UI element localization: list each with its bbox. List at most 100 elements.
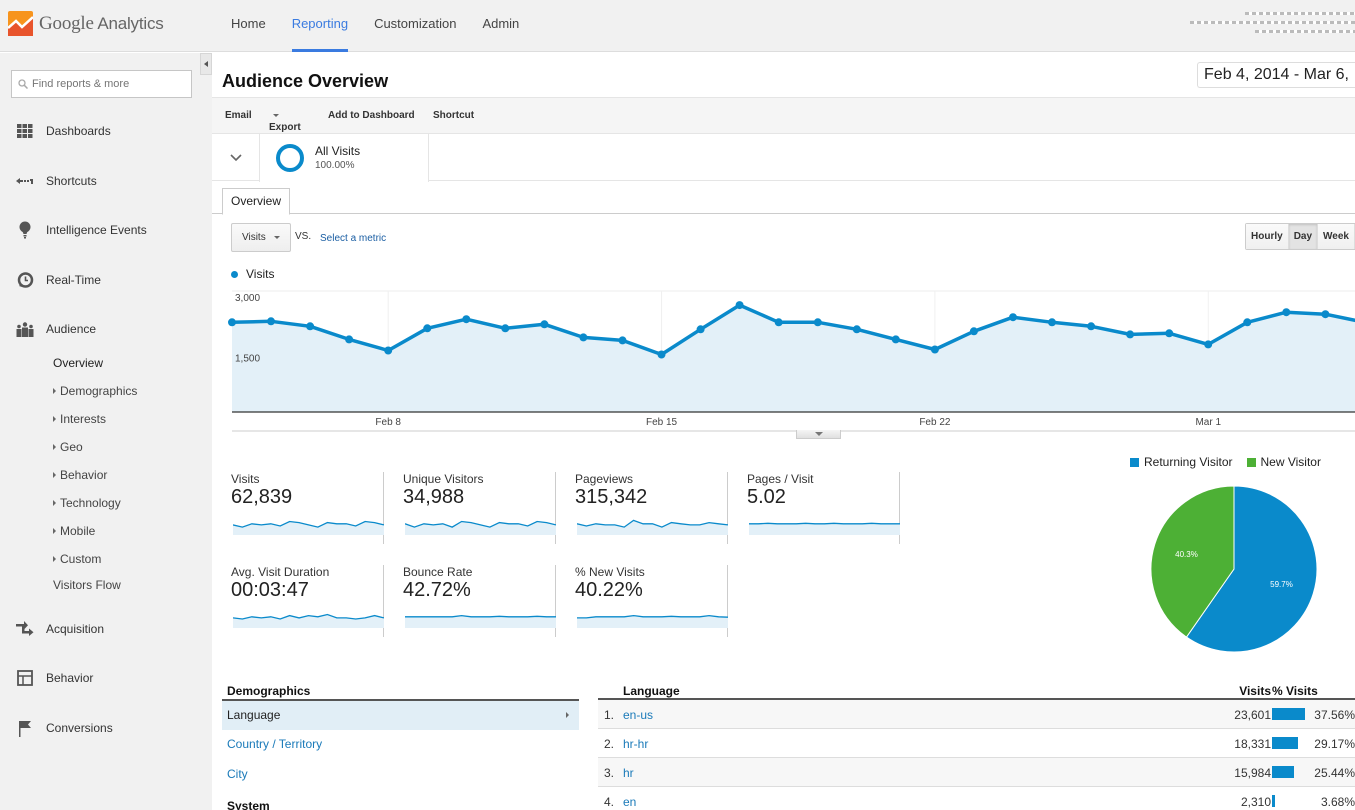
scorecard-avg-visit-duration[interactable]: Avg. Visit Duration 00:03:47 [224,565,384,637]
collapse-sidebar-button[interactable] [200,53,212,75]
granularity-hourly-button[interactable]: Hourly [1246,224,1289,249]
add-to-dashboard-button[interactable]: Add to Dashboard [328,110,415,121]
sidebar-item-conversions[interactable]: Conversions [0,713,212,743]
column-header-language[interactable]: Language [623,684,680,698]
scorecard-new-visits[interactable]: % New Visits 40.22% [568,565,728,637]
column-header-pct-visits[interactable]: % Visits [1272,684,1318,698]
email-button[interactable]: Email [225,110,252,121]
scorecard-pages-visit[interactable]: Pages / Visit 5.02 [740,472,900,544]
report-tabs: Overview [212,181,1355,215]
data-point [813,318,822,327]
segment-all-visits[interactable]: All Visits 100.00% [259,134,429,182]
data-point [657,350,666,359]
data-point [384,346,393,355]
select-a-metric-link[interactable]: Select a metric [320,233,386,244]
data-point [1009,313,1017,322]
sidebar-item-dashboards[interactable]: Dashboards [0,116,212,146]
row-language-link[interactable]: hr-hr [623,737,648,751]
sparkline-area [405,615,556,628]
row-rank: 4. [604,795,615,809]
row-language-link[interactable]: hr [623,766,634,780]
granularity-day-button[interactable]: Day [1288,224,1319,249]
pie-legend-new: New Visitor [1246,455,1321,469]
scorecard-label: Pageviews [575,472,634,486]
sidebar-subitem-technology[interactable]: Technology [53,496,121,510]
demographics-item-country[interactable]: Country / Territory [222,730,579,759]
scorecard-value: 34,988 [403,486,465,508]
row-pct-bar [1272,795,1276,807]
table-header: Language Visits % Visits [598,684,1355,700]
segment-expand-toggle[interactable] [212,134,259,181]
sidebar-item-intelligence-events[interactable]: Intelligence Events [0,215,212,245]
sidebar-subitem-custom[interactable]: Custom [53,552,101,566]
table-row[interactable]: 4. en 2,310 3.68% [598,787,1355,810]
data-point [930,345,939,354]
demographics-heading: Demographics [227,684,311,698]
flag-icon [16,719,34,737]
row-visits: 15,984 [1234,766,1271,780]
visits-line-chart: 3,000 1,500 Feb 8 Feb 15 Feb 22 Mar 1 [228,290,1355,432]
row-language-link[interactable]: en-us [623,708,653,722]
table-row[interactable]: 2. hr-hr 18,331 29.17% [598,729,1355,758]
row-pct-bar [1272,737,1298,749]
scorecard-visits[interactable]: Visits 62,839 [224,472,384,544]
search-input[interactable] [32,78,182,90]
pie-slice-label: 59.7% [1270,580,1293,589]
sidebar-item-audience[interactable]: Audience [0,314,212,344]
table-row[interactable]: 1. en-us 23,601 37.56% [598,700,1355,729]
shortcut-button[interactable]: Shortcut [433,110,474,121]
legend-dot-visits [231,270,238,278]
sidebar-subitem-mobile[interactable]: Mobile [53,524,95,538]
legend-swatch-new [1246,457,1256,467]
sidebar-subitem-visitors-flow[interactable]: Visitors Flow [53,578,121,592]
sidebar-item-acquisition[interactable]: Acquisition [0,614,212,644]
report-main: Audience Overview Feb 4, 2014 - Mar 6, E… [212,53,1355,810]
sidebar-subitem-geo[interactable]: Geo [53,440,83,454]
nav-admin[interactable]: Admin [469,0,532,52]
sparkline [405,520,556,535]
chart-expand-handle[interactable] [796,430,841,439]
nav-home[interactable]: Home [218,0,279,52]
search-box[interactable] [11,70,192,98]
granularity-week-button[interactable]: Week [1318,224,1355,249]
sidebar-subitem-demographics[interactable]: Demographics [53,384,137,398]
date-range-picker[interactable]: Feb 4, 2014 - Mar 6, [1197,62,1355,88]
nav-customization[interactable]: Customization [361,0,469,52]
scorecard-unique-visitors[interactable]: Unique Visitors 34,988 [396,472,556,544]
tab-overview[interactable]: Overview [222,188,291,215]
data-point [852,325,861,334]
sidebar-item-real-time[interactable]: Real-Time [0,265,212,295]
scorecard-bounce-rate[interactable]: Bounce Rate 42.72% [396,565,556,637]
data-point [1165,329,1174,338]
metric-select-dropdown[interactable]: Visits [231,223,291,252]
demographics-item-language[interactable]: Language [222,701,579,730]
segment-name: All Visits [315,144,361,158]
sidebar-subitem-overview[interactable]: Overview [53,356,103,370]
google-analytics-logo[interactable]: Google Analytics [7,11,164,36]
table-row[interactable]: 3. hr 15,984 25.44% [598,758,1355,787]
column-header-visits[interactable]: Visits [1239,684,1271,698]
scorecard-pageviews[interactable]: Pageviews 315,342 [568,472,728,544]
report-actions-bar: Email Export Add to Dashboard Shortcut [212,98,1355,134]
data-point [228,318,236,327]
data-point [1321,310,1330,319]
export-button[interactable]: Export [269,110,301,133]
sparkline [233,520,384,535]
demographics-item-city[interactable]: City [222,760,579,789]
analytics-logo-icon [7,11,34,36]
sparkline [749,522,900,535]
scorecard-value: 00:03:47 [231,579,309,601]
sidebar-item-shortcuts[interactable]: Shortcuts [0,166,212,196]
chevron-down-icon [273,114,279,117]
row-language-link[interactable]: en [623,795,636,809]
data-point [891,335,900,344]
sidebar-subitem-behavior[interactable]: Behavior [53,468,107,482]
nav-reporting[interactable]: Reporting [279,0,361,52]
scorecard-label: Unique Visitors [403,472,484,486]
vs-label: VS. [295,231,312,242]
sidebar-subitem-interests[interactable]: Interests [53,412,106,426]
account-info-redacted[interactable] [1185,6,1355,46]
sidebar-item-behavior[interactable]: Behavior [0,663,212,693]
scorecard-label: Bounce Rate [403,565,473,579]
y-tick-label: 1,500 [235,354,260,365]
